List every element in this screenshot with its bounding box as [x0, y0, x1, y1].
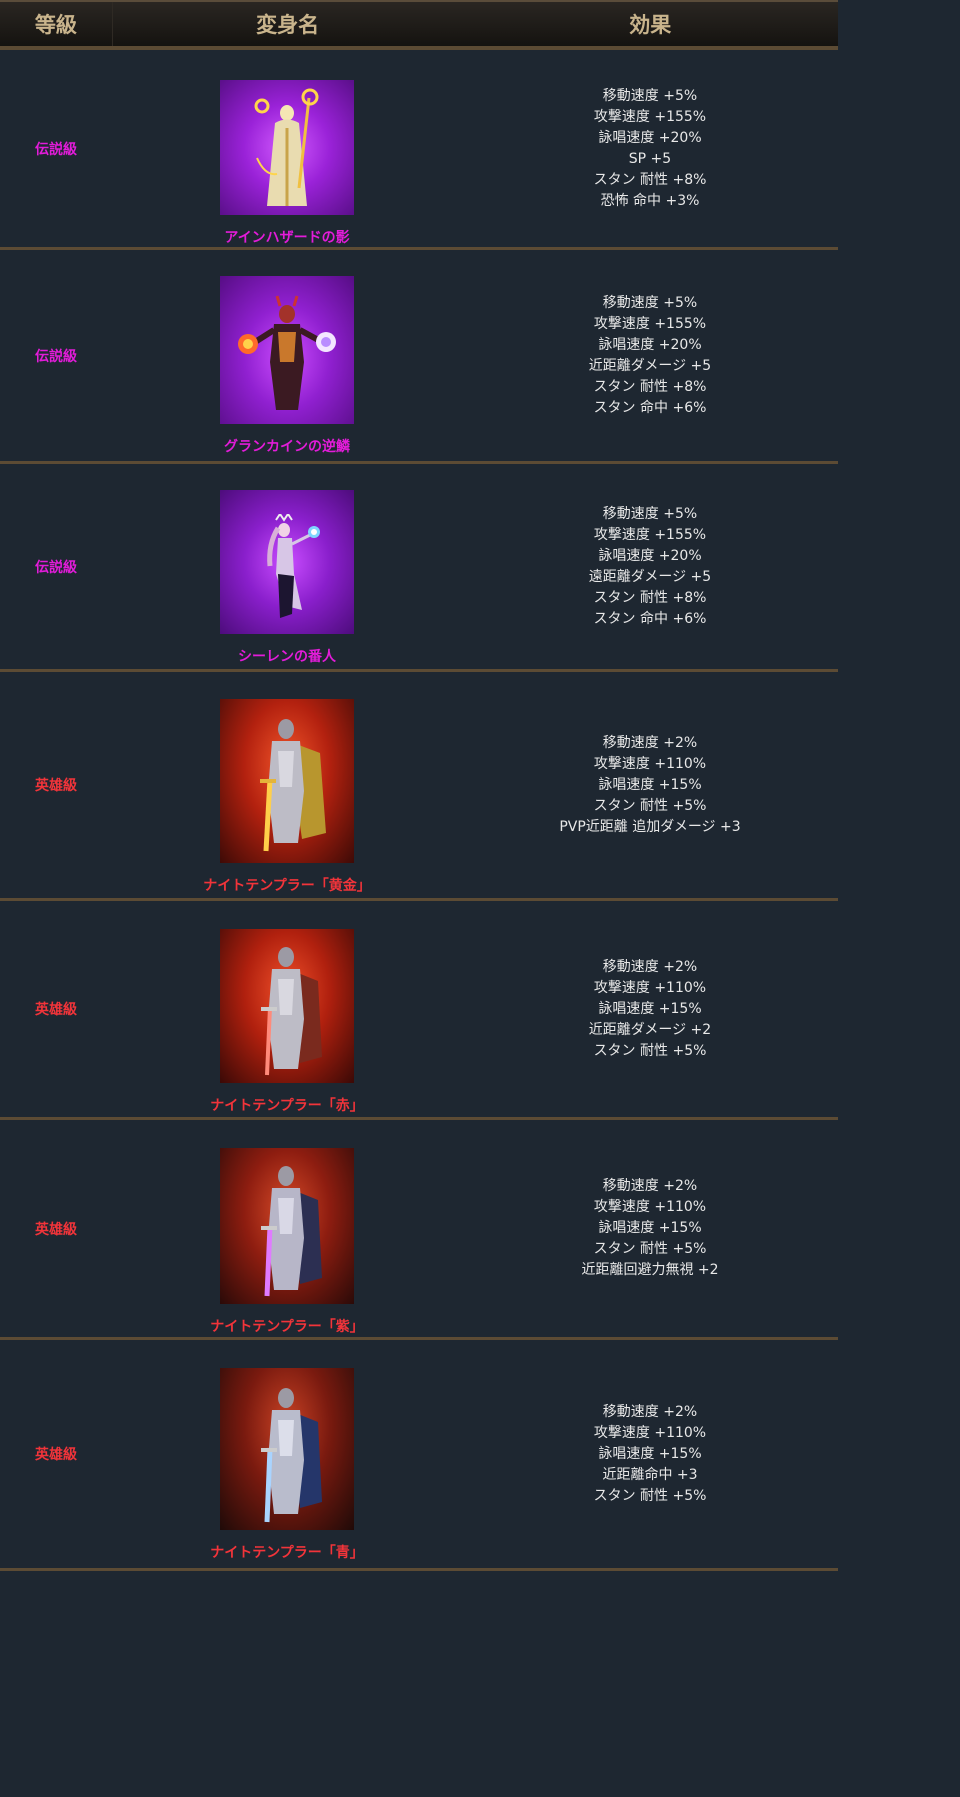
effect-item: 移動速度 +2%: [602, 1178, 698, 1194]
effects-cell: 移動速度 +2% 攻撃速度 +110% 詠唱速度 +15% スタン 耐性 +5%…: [462, 672, 838, 898]
transform-image: [220, 699, 354, 863]
effects-list: 移動速度 +5% 攻撃速度 +155% 詠唱速度 +20% 遠距離ダメージ +5…: [589, 504, 711, 630]
transform-table: 等級 変身名 効果 伝説級 アインハザードの影 移動速度 +5% 攻撃速度 +1…: [0, 0, 838, 1571]
transform-image: [220, 80, 354, 215]
effect-item: 詠唱速度 +15%: [598, 1445, 702, 1462]
effect-item: スタン 耐性 +5%: [593, 1487, 707, 1504]
goddess-figure-icon: [254, 88, 319, 206]
effect-item: 攻撃速度 +110%: [593, 1199, 707, 1215]
effect-item: 詠唱速度 +20%: [598, 547, 702, 564]
effects-list: 移動速度 +2% 攻撃速度 +110% 詠唱速度 +15% スタン 耐性 +5%…: [581, 1176, 718, 1281]
effect-item: スタン 耐性 +5%: [593, 797, 707, 814]
siren-figure-icon: [267, 514, 320, 618]
effect-item: 攻撃速度 +155%: [593, 315, 707, 332]
table-row: 英雄級 ナイトテンプラー「赤」 移動速度 +2% 攻撃速度 +110% 詠唱速度…: [0, 901, 838, 1120]
transform-cell: ナイトテンプラー「黄金」: [112, 672, 462, 898]
effect-item: 攻撃速度 +110%: [593, 755, 707, 772]
effects-list: 移動速度 +2% 攻撃速度 +110% 詠唱速度 +15% 近距離ダメージ +2…: [589, 957, 711, 1062]
effect-item: 移動速度 +2%: [602, 1403, 698, 1420]
effect-item: 攻撃速度 +110%: [593, 979, 707, 996]
transform-name: アインハザードの影: [224, 230, 350, 246]
effect-item: スタン 耐性 +8%: [593, 378, 707, 395]
effect-item: スタン 命中 +6%: [593, 399, 707, 416]
transform-name: シーレンの番人: [238, 649, 336, 665]
effect-item: スタン 命中 +6%: [593, 610, 707, 627]
transform-image: [220, 276, 354, 424]
transform-cell: グランカインの逆鱗: [112, 250, 462, 461]
table-row: 英雄級 ナイトテンプラー「青」 移動速度 +2% 攻撃速度 +110% 詠唱速度…: [0, 1340, 838, 1571]
effect-item: スタン 耐性 +8%: [593, 171, 707, 188]
blue-knight-figure-icon: [261, 1388, 322, 1523]
transform-name: ナイトテンプラー「赤」: [210, 1098, 364, 1114]
header-effect: 効果: [629, 13, 672, 37]
transform-image: [220, 490, 354, 634]
grade-label: 英雄級: [35, 778, 77, 794]
effect-item: 移動速度 +5%: [602, 505, 698, 522]
effect-item: 詠唱速度 +15%: [598, 1220, 702, 1236]
effects-cell: 移動速度 +2% 攻撃速度 +110% 詠唱速度 +15% スタン 耐性 +5%…: [462, 1120, 838, 1337]
effects-list: 移動速度 +2% 攻撃速度 +110% 詠唱速度 +15% スタン 耐性 +5%…: [559, 733, 740, 838]
effect-item: 遠距離ダメージ +5: [588, 568, 712, 585]
effect-item: 移動速度 +5%: [602, 294, 698, 311]
table-row: 伝説級 アインハザードの影 移動速度 +5% 攻撃速度 +155% 詠唱速度 +…: [0, 50, 838, 250]
effect-item: 近距離ダメージ +5: [588, 357, 712, 374]
grade-label: 英雄級: [35, 1221, 77, 1238]
effects-list: 移動速度 +5% 攻撃速度 +155% 詠唱速度 +20% SP +5 スタン …: [594, 86, 707, 212]
effects-cell: 移動速度 +5% 攻撃速度 +155% 詠唱速度 +20% SP +5 スタン …: [462, 50, 838, 247]
effect-item: PVP近距離 追加ダメージ +3: [559, 818, 741, 835]
transform-cell: アインハザードの影: [112, 50, 462, 247]
grade-label: 英雄級: [35, 1002, 77, 1018]
transform-name: ナイトテンプラー「青」: [210, 1545, 364, 1561]
effect-item: 移動速度 +2%: [602, 958, 698, 975]
transform-image: [220, 929, 354, 1083]
effect-item: 近距離命中 +3: [602, 1466, 698, 1483]
grade-label: 伝説級: [35, 559, 77, 576]
purple-knight-figure-icon: [261, 1166, 322, 1297]
header-grade: 等級: [0, 2, 113, 46]
grade-label: 英雄級: [35, 1447, 77, 1463]
golden-knight-figure-icon: [260, 719, 326, 852]
effects-cell: 移動速度 +5% 攻撃速度 +155% 詠唱速度 +20% 遠距離ダメージ +5…: [462, 464, 838, 669]
table-row: 英雄級 ナイトテンプラー「紫」 移動速度 +2% 攻撃速度 +110% 詠唱速度…: [0, 1120, 838, 1340]
effect-item: 詠唱速度 +20%: [598, 129, 702, 146]
header-name: 変身名: [256, 13, 320, 37]
effects-list: 移動速度 +5% 攻撃速度 +155% 詠唱速度 +20% 近距離ダメージ +5…: [589, 293, 711, 419]
transform-image: [220, 1368, 354, 1530]
effect-item: 攻撃速度 +110%: [593, 1424, 707, 1441]
table-row: 伝説級 シーレンの番人 移動速度 +5% 攻撃速度 +155% 詠唱速度 +20…: [0, 464, 838, 672]
table-row: 英雄級 ナイトテンプラー「黄金」 移動速度 +2% 攻撃速度 +110% 詠唱速…: [0, 672, 838, 901]
effects-list: 移動速度 +2% 攻撃速度 +110% 詠唱速度 +15% 近距離命中 +3 ス…: [594, 1402, 707, 1507]
effect-item: スタン 耐性 +5%: [593, 1042, 707, 1059]
effect-item: 攻撃速度 +155%: [593, 108, 707, 125]
effect-item: 近距離回避力無視 +2: [581, 1262, 719, 1278]
transform-name: グランカインの逆鱗: [224, 439, 350, 455]
transform-name: ナイトテンプラー「黄金」: [203, 878, 371, 894]
effect-item: SP +5: [628, 150, 672, 167]
effect-item: 詠唱速度 +20%: [598, 336, 702, 353]
effect-item: 移動速度 +5%: [602, 87, 698, 104]
transform-cell: ナイトテンプラー「赤」: [112, 901, 462, 1117]
transform-cell: ナイトテンプラー「紫」: [112, 1120, 462, 1337]
grade-label: 伝説級: [35, 141, 77, 158]
table-header: 等級 変身名 効果: [0, 0, 838, 50]
effect-item: 詠唱速度 +15%: [598, 776, 702, 793]
effect-item: 移動速度 +2%: [602, 734, 698, 751]
effects-cell: 移動速度 +2% 攻撃速度 +110% 詠唱速度 +15% 近距離命中 +3 ス…: [462, 1340, 838, 1568]
effect-item: 恐怖 命中 +3%: [600, 192, 700, 209]
effect-item: 近距離ダメージ +2: [588, 1021, 712, 1038]
table-row: 伝説級 グランカインの逆鱗 移動速度 +5% 攻撃速度 +155% 詠唱速度 +…: [0, 250, 838, 464]
effect-item: スタン 耐性 +5%: [593, 1241, 707, 1257]
grade-label: 伝説級: [35, 348, 77, 365]
effect-item: スタン 耐性 +8%: [593, 589, 707, 606]
transform-cell: ナイトテンプラー「青」: [112, 1340, 462, 1568]
transform-name: ナイトテンプラー「紫」: [210, 1319, 364, 1335]
effects-cell: 移動速度 +5% 攻撃速度 +155% 詠唱速度 +20% 近距離ダメージ +5…: [462, 250, 838, 461]
effect-item: 詠唱速度 +15%: [598, 1000, 702, 1017]
transform-image: [220, 1148, 354, 1304]
demon-figure-icon: [238, 295, 336, 410]
red-knight-figure-icon: [261, 947, 322, 1076]
effect-item: 攻撃速度 +155%: [593, 526, 707, 543]
transform-cell: シーレンの番人: [112, 464, 462, 669]
effects-cell: 移動速度 +2% 攻撃速度 +110% 詠唱速度 +15% 近距離ダメージ +2…: [462, 901, 838, 1117]
